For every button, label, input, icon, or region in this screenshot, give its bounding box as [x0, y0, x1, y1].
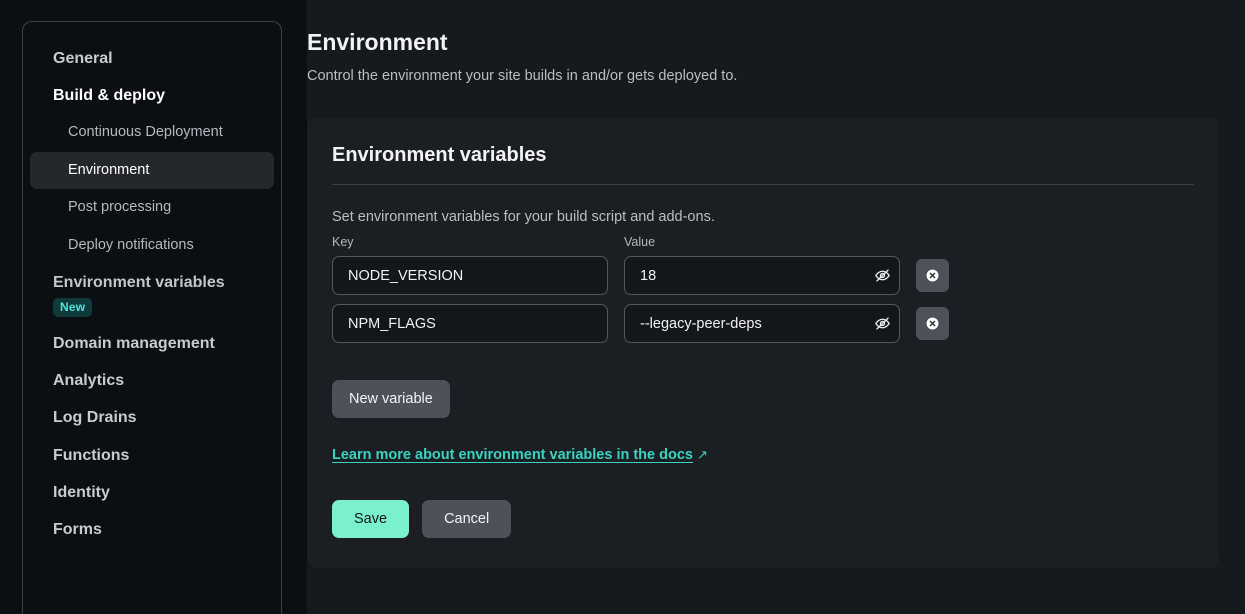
- sidebar-item-deploy-notifications[interactable]: Deploy notifications: [30, 227, 274, 264]
- main-content: Environment Control the environment your…: [307, 0, 1245, 614]
- sidebar-item-environment-variables[interactable]: Environment variables New: [30, 264, 274, 319]
- sidebar-item-label: Log Drains: [53, 409, 137, 427]
- delete-variable-button[interactable]: [916, 307, 949, 340]
- variable-value-value: --legacy-peer-deps: [640, 315, 762, 332]
- sidebar-item-label: Environment variables: [53, 273, 225, 291]
- sidebar-item-environment[interactable]: Environment: [30, 151, 274, 190]
- new-variable-button[interactable]: New variable: [332, 380, 450, 418]
- sidebar-item-label: Identity: [53, 483, 110, 501]
- save-button[interactable]: Save: [332, 500, 410, 538]
- variable-row: NODE_VERSION 18: [332, 256, 1194, 295]
- sidebar-item-label: Functions: [53, 446, 130, 464]
- status-badge-new: New: [53, 297, 93, 317]
- docs-link[interactable]: Learn more about environment variables i…: [332, 447, 708, 463]
- sidebar-item-label: Build & deploy: [53, 87, 165, 105]
- sidebar-item-analytics[interactable]: Analytics: [30, 362, 274, 399]
- page-title: Environment: [307, 29, 448, 55]
- card-divider: [332, 184, 1194, 185]
- sidebar-item-continuous-deployment[interactable]: Continuous Deployment: [30, 114, 274, 151]
- sidebar-item-label: Continuous Deployment: [68, 124, 223, 141]
- card-title: Environment variables: [332, 144, 547, 166]
- sidebar-item-label: Deploy notifications: [68, 236, 194, 253]
- sidebar-item-functions[interactable]: Functions: [30, 437, 274, 474]
- sidebar-item-log-drains[interactable]: Log Drains: [30, 399, 274, 436]
- page-subtitle: Control the environment your site builds…: [307, 68, 738, 84]
- sidebar-item-label: Domain management: [53, 334, 215, 352]
- variable-key-value: NODE_VERSION: [348, 267, 464, 284]
- sidebar-item-label: Analytics: [53, 372, 125, 390]
- sidebar-item-label: Post processing: [68, 199, 172, 216]
- external-link-icon: ↗: [696, 447, 708, 462]
- delete-circle-icon: [926, 269, 939, 282]
- sidebar-item-forms[interactable]: Forms: [30, 511, 274, 548]
- variable-row: NPM_FLAGS --legacy-peer-deps: [332, 304, 1194, 343]
- settings-sidebar: General Build & deploy Continuous Deploy…: [22, 21, 282, 614]
- sidebar-item-domain-management[interactable]: Domain management: [30, 325, 274, 362]
- sidebar-item-build-and-deploy[interactable]: Build & deploy: [30, 77, 274, 114]
- docs-link-label: Learn more about environment variables i…: [332, 447, 693, 463]
- variable-value-input[interactable]: --legacy-peer-deps: [624, 304, 900, 343]
- variable-value-value: 18: [640, 267, 657, 284]
- column-headers: Key Value: [332, 235, 1194, 249]
- sidebar-item-label: General: [53, 50, 113, 67]
- sidebar-item-post-processing[interactable]: Post processing: [30, 189, 274, 226]
- variable-key-input[interactable]: NPM_FLAGS: [332, 304, 608, 343]
- eye-off-icon[interactable]: [865, 257, 899, 294]
- variable-key-value: NPM_FLAGS: [348, 315, 436, 332]
- card-description: Set environment variables for your build…: [332, 209, 715, 225]
- eye-off-icon[interactable]: [865, 305, 899, 342]
- sidebar-item-identity[interactable]: Identity: [30, 474, 274, 511]
- column-header-value: Value: [624, 235, 656, 249]
- form-actions: Save Cancel: [332, 500, 1194, 538]
- environment-variables-card: Environment variables Set environment va…: [307, 118, 1219, 568]
- sidebar-item-label: Environment: [68, 161, 150, 178]
- delete-variable-button[interactable]: [916, 259, 949, 292]
- column-header-key: Key: [332, 235, 354, 249]
- sidebar-item-general[interactable]: General: [30, 40, 274, 77]
- sidebar-item-label: Forms: [53, 520, 102, 538]
- cancel-button[interactable]: Cancel: [422, 500, 512, 538]
- variable-value-input[interactable]: 18: [624, 256, 900, 295]
- variable-key-input[interactable]: NODE_VERSION: [332, 256, 608, 295]
- delete-circle-icon: [926, 317, 939, 330]
